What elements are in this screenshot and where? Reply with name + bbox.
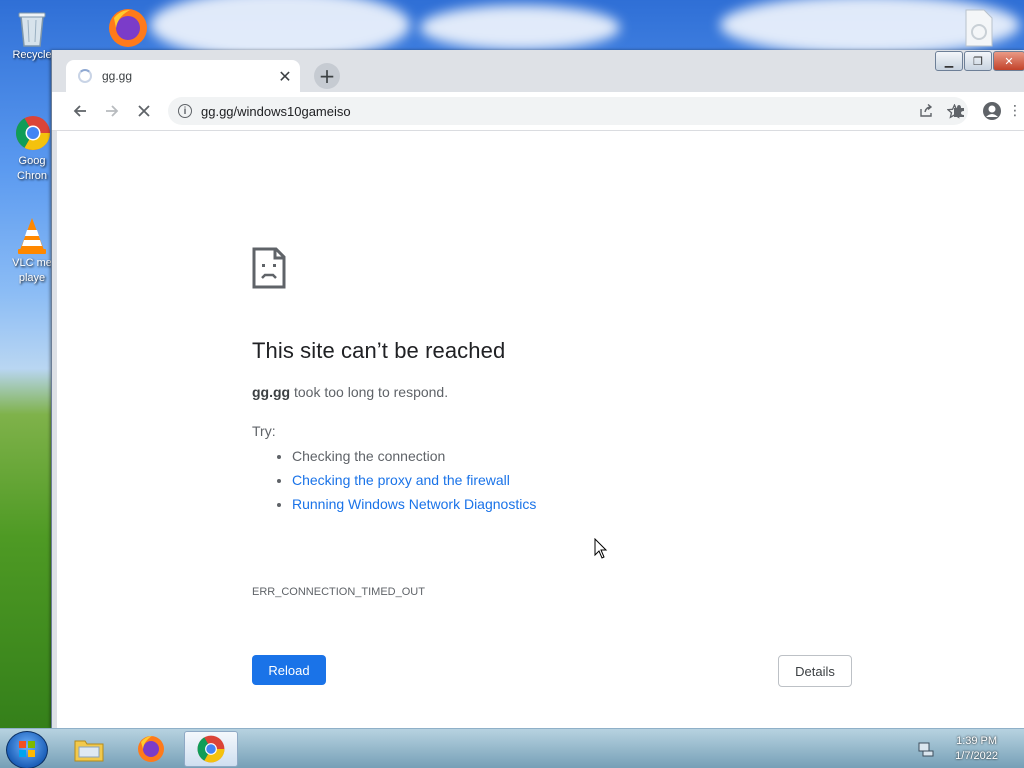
tab-title: gg.gg: [102, 69, 133, 83]
desktop-icon-firefox[interactable]: [96, 6, 152, 47]
puzzle-icon: [954, 105, 964, 117]
site-info-icon[interactable]: i: [178, 104, 192, 118]
minimize-button[interactable]: ▁: [935, 51, 963, 71]
close-window-button[interactable]: ✕: [993, 51, 1024, 71]
tab-active[interactable]: gg.gg ✕: [66, 60, 300, 92]
taskbar-app-firefox[interactable]: [124, 731, 178, 767]
tab-strip: gg.gg ✕ + ▁ ❐ ✕: [52, 50, 1024, 92]
browser-toolbar: i gg.gg/windows10gameiso ⋮: [52, 92, 1024, 131]
reload-button[interactable]: Reload: [252, 655, 326, 685]
chrome-icon: [14, 114, 50, 150]
window-controls: ▁ ❐ ✕: [934, 51, 1024, 71]
taskbar-app-chrome[interactable]: [184, 731, 238, 767]
menu-button[interactable]: ⋮: [1008, 97, 1022, 125]
suggestion-item: Checking the connection: [292, 444, 536, 468]
mouse-cursor-icon: [594, 538, 608, 559]
error-description: gg.gg took too long to respond.: [252, 384, 448, 400]
maximize-button[interactable]: ❐: [964, 51, 992, 71]
network-icon[interactable]: [918, 741, 934, 757]
extensions-button[interactable]: [945, 97, 973, 125]
more-vert-icon: ⋮: [1008, 103, 1022, 119]
profile-button[interactable]: [978, 97, 1006, 125]
document-icon: [960, 8, 996, 47]
share-icon[interactable]: [912, 97, 940, 125]
minimize-icon: ▁: [944, 54, 954, 68]
folder-icon: [74, 740, 104, 762]
stop-loading-button[interactable]: [130, 97, 158, 125]
error-page: This site can’t be reached gg.gg took to…: [57, 131, 1024, 728]
arrow-left-icon: [73, 105, 86, 117]
loading-spinner-icon: [78, 69, 92, 83]
new-tab-button[interactable]: +: [314, 63, 340, 89]
error-code: ERR_CONNECTION_TIMED_OUT: [252, 586, 425, 598]
details-button[interactable]: Details: [778, 655, 852, 687]
wallpaper-cloud: [420, 5, 620, 50]
stop-icon: [138, 105, 150, 117]
taskbar: 1:39 PM 1/7/2022: [0, 728, 1024, 768]
back-button[interactable]: [66, 97, 94, 125]
error-host: gg.gg: [252, 384, 291, 400]
error-description-text: took too long to respond.: [290, 384, 449, 400]
url-text[interactable]: gg.gg/windows10gameiso: [201, 104, 912, 119]
windows-logo-icon: [19, 741, 35, 757]
clock[interactable]: 1:39 PM 1/7/2022: [955, 734, 998, 764]
error-title: This site can’t be reached: [252, 338, 506, 363]
desktop-icon-file[interactable]: [950, 8, 1006, 48]
suggestion-list: Checking the connection Checking the pro…: [252, 444, 536, 516]
firefox-icon: [106, 6, 147, 47]
tab-close-icon[interactable]: ✕: [276, 67, 294, 86]
restore-icon: ❐: [973, 54, 983, 68]
recycle-bin-icon: [14, 8, 50, 47]
system-tray: 1:39 PM 1/7/2022: [904, 729, 1024, 768]
clock-time: 1:39 PM: [956, 735, 998, 747]
address-bar[interactable]: i gg.gg/windows10gameiso: [168, 97, 968, 125]
plus-icon: +: [318, 64, 336, 88]
start-button[interactable]: [6, 731, 48, 768]
close-icon: ✕: [1004, 54, 1014, 68]
suggestion-link-network-diagnostics[interactable]: Running Windows Network Diagnostics: [292, 492, 536, 516]
avatar-icon: [983, 102, 1001, 120]
clock-date: 1/7/2022: [955, 750, 998, 762]
chrome-icon: [197, 735, 225, 763]
vlc-icon: [14, 216, 50, 254]
forward-button[interactable]: [98, 97, 126, 125]
firefox-icon: [138, 736, 164, 762]
chrome-window: gg.gg ✕ + ▁ ❐ ✕ i gg.gg/windows10gameiso…: [51, 50, 1024, 728]
try-label: Try:: [252, 423, 276, 439]
taskbar-app-file-explorer[interactable]: [62, 731, 116, 767]
arrow-right-icon: [106, 105, 119, 117]
suggestion-link-proxy-firewall[interactable]: Checking the proxy and the firewall: [292, 468, 536, 492]
sad-document-icon: [252, 247, 286, 289]
